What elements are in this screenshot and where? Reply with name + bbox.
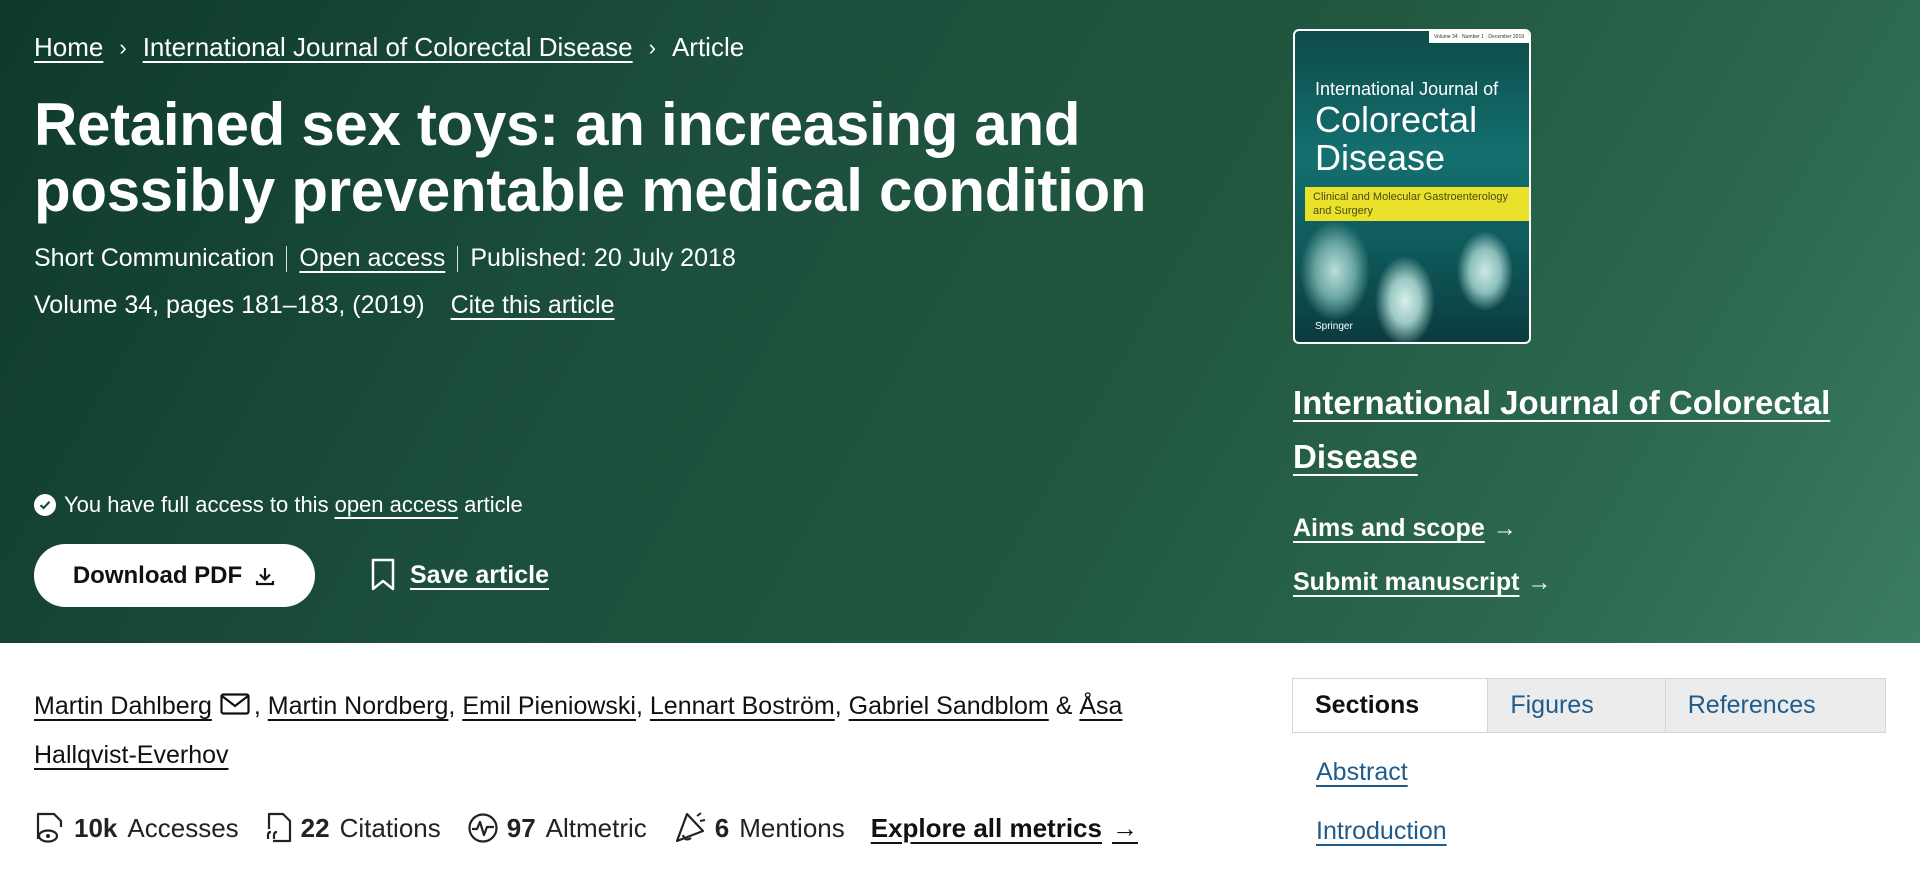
author-link[interactable]: Lennart Boström [650,692,835,720]
article-header: Home › International Journal of Colorect… [0,0,1920,643]
tab-figures[interactable]: Figures [1487,679,1665,732]
toc-abstract-link[interactable]: Abstract [1316,758,1408,787]
volume-info: Volume 34, pages 181–183, (2019) [34,291,425,319]
arrow-right-icon: → [1111,812,1138,843]
megaphone-icon [675,812,705,843]
access-open-access-link[interactable]: open access [335,492,459,518]
author-link[interactable]: Martin Dahlberg [34,692,212,720]
mentions-value: 6 [714,812,730,843]
document-quote-icon [266,812,291,843]
accesses-label: Accesses [127,812,239,843]
cover-volume-strip: Volume 34 · Number 1 · December 2019 [1429,31,1529,43]
article-meta: Short Communication Open access Publishe… [34,244,736,273]
cite-article-link[interactable]: Cite this article [451,291,615,320]
download-pdf-label: Download PDF [72,561,243,589]
chevron-right-icon: › [119,34,127,60]
citations-metric: 22 Citations [265,811,441,845]
article-type: Short Communication [34,244,275,272]
tab-sections[interactable]: Sections [1293,679,1488,732]
cover-subtitle-band: Clinical and Molecular Gastroenterology … [1305,187,1529,221]
toc-introduction-link[interactable]: Introduction [1316,817,1447,846]
save-article-button[interactable]: Save article [370,558,549,592]
journal-cover-image[interactable]: Volume 34 · Number 1 · December 2019 Int… [1293,29,1531,344]
author-link[interactable]: Martin Nordberg [268,692,449,720]
citations-value: 22 [300,812,330,843]
author-link[interactable]: Emil Pieniowski [462,692,636,720]
cover-title-line1: International Journal of [1315,79,1499,99]
author-link[interactable]: Gabriel Sandblom [849,692,1049,720]
download-icon [256,567,275,585]
check-circle-icon [34,494,56,516]
published-date: Published: 20 July 2018 [470,244,736,272]
altmetric-label: Altmetric [545,812,647,843]
citations-label: Citations [339,812,441,843]
aims-and-scope-label: Aims and scope [1293,514,1485,542]
chevron-right-icon: › [648,34,656,60]
author-list: Martin Dahlberg, Martin Nordberg, Emil P… [34,682,1194,779]
mentions-metric: 6 Mentions [673,811,845,845]
arrow-right-icon: → [1492,514,1517,542]
article-metrics: 10k Accesses 22 Citations 97 Altmetric 6… [34,811,1138,845]
explore-metrics-link[interactable]: Explore all metrics → [871,813,1138,844]
accesses-metric: 10k Accesses [34,811,239,845]
altmetric-icon [468,813,498,843]
breadcrumb-home-link[interactable]: Home [34,32,103,63]
altmetric-metric: 97 Altmetric [467,812,647,844]
open-access-link[interactable]: Open access [299,244,445,273]
bookmark-icon [371,558,395,591]
tab-references[interactable]: References [1664,679,1885,732]
journal-title-link[interactable]: International Journal of Colorectal Dise… [1293,376,1833,484]
submit-manuscript-label: Submit manuscript [1293,568,1520,596]
submit-manuscript-link[interactable]: Submit manuscript → [1293,568,1551,597]
aims-and-scope-link[interactable]: Aims and scope → [1293,514,1517,543]
access-suffix: article [464,492,523,517]
access-prefix: You have full access to this [64,492,329,517]
article-title: Retained sex toys: an increasing and pos… [34,91,1147,224]
document-eye-icon [36,812,63,843]
breadcrumb-current: Article [671,32,745,62]
access-notice: You have full access to this open access… [34,492,523,518]
arrow-right-icon: → [1527,568,1552,596]
cover-title-line2: Colorectal Disease [1315,99,1478,178]
divider [286,245,288,272]
article-nav-tabs: Sections Figures References [1292,678,1886,733]
mentions-label: Mentions [739,812,845,843]
breadcrumb-journal-link[interactable]: International Journal of Colorectal Dise… [143,32,633,63]
author-ampersand: & [1055,692,1073,720]
explore-metrics-label: Explore all metrics [870,812,1102,843]
article-citation-info: Volume 34, pages 181–183, (2019) Cite th… [34,291,615,320]
cover-publisher: Springer [1315,321,1353,332]
download-pdf-button[interactable]: Download PDF [34,544,315,607]
altmetric-value: 97 [506,812,536,843]
save-article-label: Save article [410,560,549,589]
envelope-icon[interactable] [220,683,250,731]
accesses-value: 10k [74,812,118,843]
divider [457,245,459,272]
breadcrumb: Home › International Journal of Colorect… [34,32,744,63]
